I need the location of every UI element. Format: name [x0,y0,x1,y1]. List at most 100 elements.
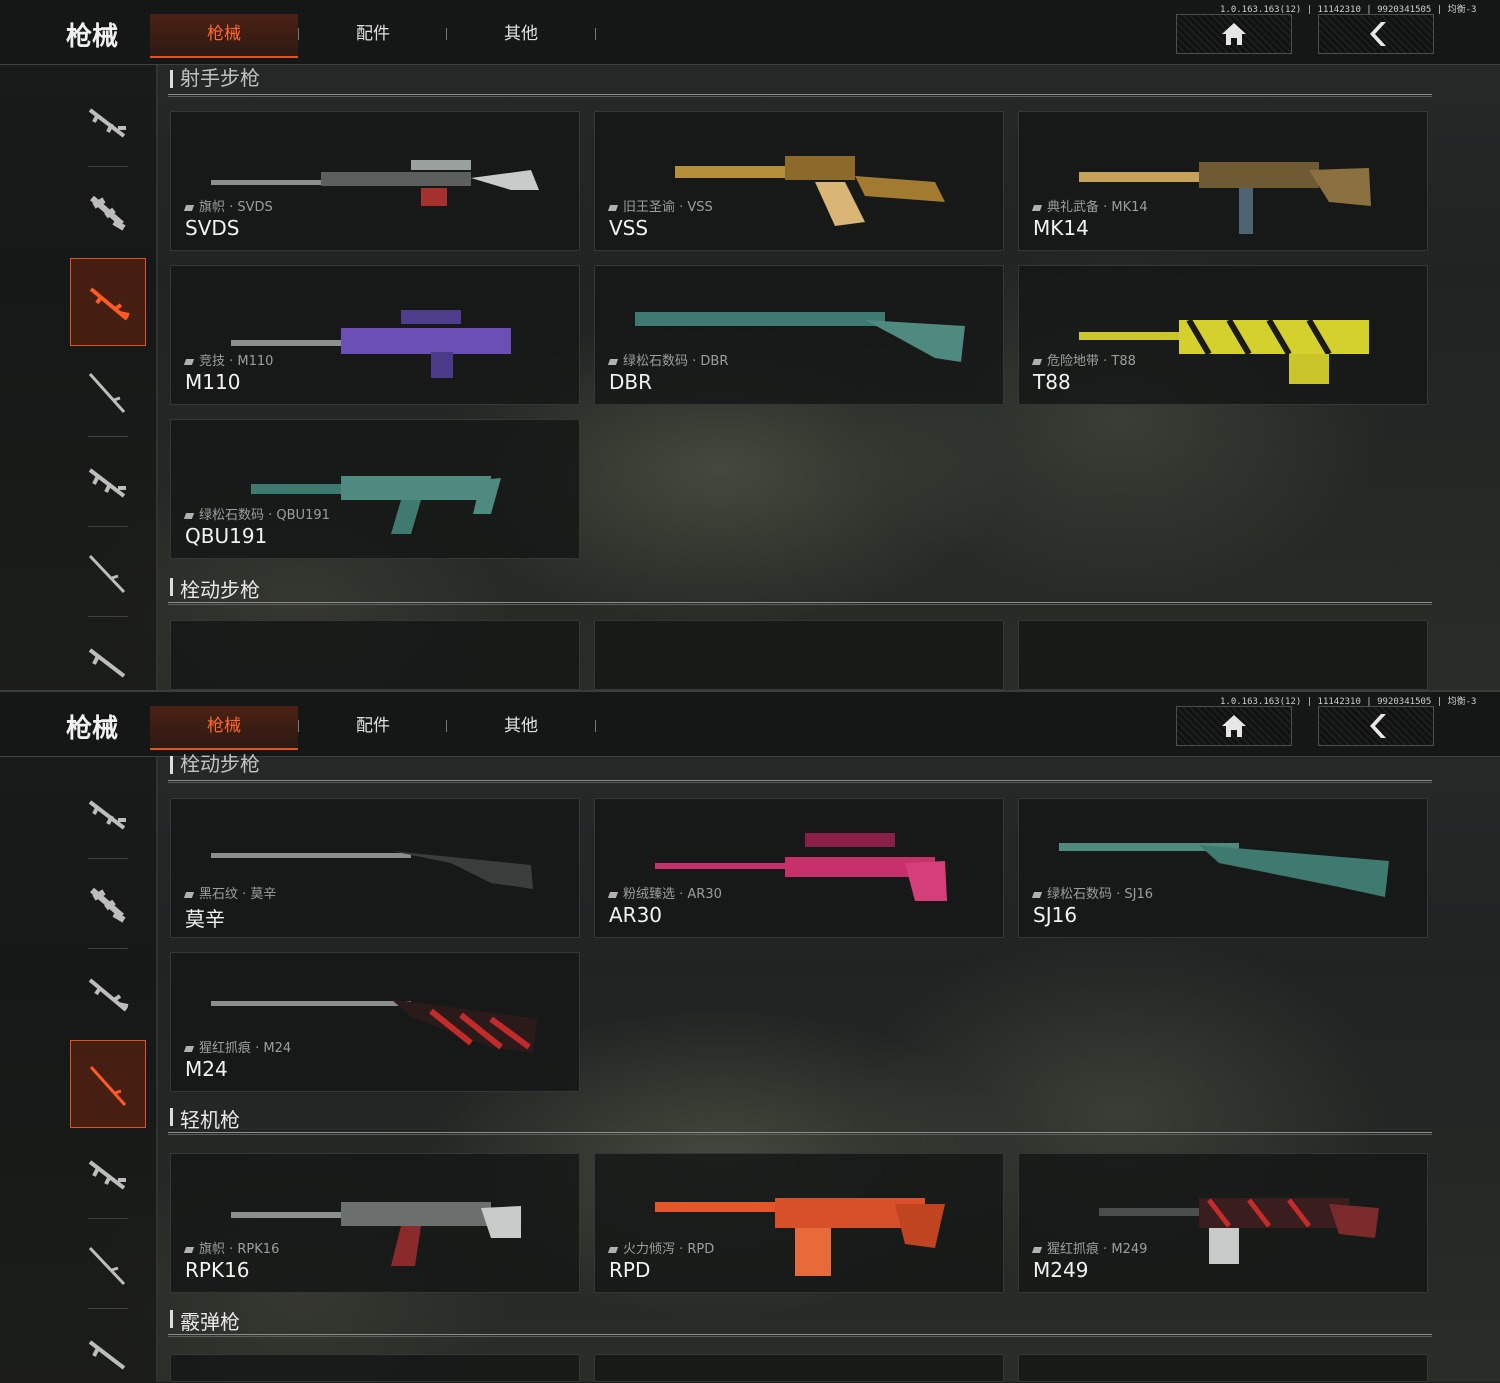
bullet-icon [1031,204,1043,211]
tab-other[interactable]: 其他 [448,14,594,56]
sniper-rifle-icon [88,372,126,414]
weapon-name: RPK16 [185,1258,250,1282]
category-marksman-rifle[interactable] [70,258,146,346]
weapon-card-m249[interactable]: 猩红抓痕 · M249 M249 [1018,1153,1428,1293]
home-icon [1222,715,1246,737]
category-more[interactable] [70,618,146,690]
category-lmg[interactable] [70,1130,146,1218]
lmg-icon [88,1160,126,1190]
weapon-name: SVDS [185,216,240,240]
weapon-card-t88[interactable]: 危险地带 · T88 T88 [1018,265,1428,405]
sidebar-edge [156,757,158,1382]
category-sniper-rifle[interactable] [70,1040,146,1128]
tab-guns[interactable]: 枪械 [150,14,298,58]
home-button[interactable] [1176,14,1292,54]
section-header: 栓动步枪 [168,568,1432,606]
skin-label: 旗帜 · SVDS [199,200,273,215]
section-title: 霰弹枪 [180,1310,240,1334]
weapon-name: MK14 [1033,216,1089,240]
section-header: 霰弹枪 [168,1300,1432,1338]
weapon-card-mosin[interactable]: 黑石纹 · 莫辛 莫辛 [170,798,580,938]
tab-attachments[interactable]: 配件 [300,14,446,56]
tab-divider [595,28,596,40]
weapon-card-partial[interactable] [1018,1354,1428,1382]
skin-label: 旧王圣谕 · VSS [623,200,713,215]
weapon-card-partial[interactable] [1018,620,1428,690]
bullet-icon [607,891,619,898]
sidebar-divider [88,948,128,949]
weapon-card-mk14[interactable]: 典礼武备 · MK14 MK14 [1018,111,1428,251]
category-smg[interactable] [70,168,146,256]
tab-divider [298,720,299,732]
weapon-card-partial[interactable] [594,620,1004,690]
weapon-card-dbr[interactable]: 绿松石数码 · DBR DBR [594,265,1004,405]
bullet-icon [1031,891,1043,898]
category-smg[interactable] [70,860,146,948]
skin-label: 绿松石数码 · DBR [623,354,729,369]
back-button[interactable] [1318,14,1434,54]
weapon-image [211,160,539,206]
back-arrow-icon [1370,714,1386,738]
weapon-card-m110[interactable]: 竞技 · M110 M110 [170,265,580,405]
category-assault-rifle[interactable] [70,770,146,858]
smg-icon [90,195,126,231]
section-header: 轻机枪 [168,1098,1432,1136]
tab-divider [298,28,299,40]
sidebar-divider [88,858,128,859]
category-shotgun[interactable] [70,528,146,616]
back-button[interactable] [1318,706,1434,746]
home-button[interactable] [1176,706,1292,746]
weapon-card-sj16[interactable]: 绿松石数码 · SJ16 SJ16 [1018,798,1428,938]
category-assault-rifle[interactable] [70,78,146,166]
skin-label: 黑石纹 · 莫辛 [199,887,277,902]
weapon-card-m24[interactable]: 猩红抓痕 · M24 M24 [170,952,580,1092]
weapon-card-rpd[interactable]: 火力倾泻 · RPD RPD [594,1153,1004,1293]
assault-rifle-icon [88,108,126,138]
weapon-image [211,851,533,889]
category-shotgun[interactable] [70,1220,146,1308]
weapon-name: SJ16 [1033,903,1078,927]
weapon-card-vss[interactable]: 旧王圣谕 · VSS VSS [594,111,1004,251]
category-more[interactable] [70,1310,146,1382]
section-title: 栓动步枪 [180,752,260,776]
weapon-card-svds[interactable]: 旗帜 · SVDS SVDS [170,111,580,251]
skin-label: 危险地带 · T88 [1047,354,1136,369]
category-sniper-rifle[interactable] [70,348,146,436]
bullet-icon [607,358,619,365]
category-marksman-rifle[interactable] [70,950,146,1038]
weapon-name: M24 [185,1057,228,1081]
sidebar-divider [88,436,128,437]
weapon-name: M249 [1033,1258,1089,1282]
weapon-image [1079,318,1369,384]
tab-divider [446,720,447,732]
tab-other[interactable]: 其他 [448,706,594,748]
weapon-card-partial[interactable] [170,620,580,690]
weapon-card-partial[interactable] [170,1354,580,1382]
sidebar-divider [88,526,128,527]
bullet-icon [607,204,619,211]
bullet-icon [183,204,195,211]
skin-label: 绿松石数码 · SJ16 [1047,887,1154,902]
weapon-card-qbu191[interactable]: 绿松石数码 · QBU191 QBU191 [170,419,580,559]
skin-label: 典礼武备 · MK14 [1047,200,1148,215]
weapon-name: QBU191 [185,524,268,548]
tab-guns[interactable]: 枪械 [150,706,298,750]
skin-label: 火力倾泻 · RPD [623,1242,715,1257]
weapon-card-rpk16[interactable]: 旗帜 · RPK16 RPK16 [170,1153,580,1293]
weapon-image [655,1198,945,1276]
page-title: 枪械 [66,714,119,744]
shotgun-icon [88,1246,126,1286]
weapon-card-partial[interactable] [594,1354,1004,1382]
tab-attachments[interactable]: 配件 [300,706,446,748]
sniper-rifle-icon [89,1065,127,1107]
weapon-card-ar30[interactable]: 粉绒臻选 · AR30 AR30 [594,798,1004,938]
category-lmg[interactable] [70,438,146,526]
screen-bottom: 枪械 枪械 配件 其他 1.0.163.163(12) | 11142310 |… [0,692,1500,1382]
bullet-icon [183,358,195,365]
weapon-name: T88 [1033,370,1071,394]
rifle-icon [88,1340,126,1370]
back-arrow-icon [1370,22,1386,46]
skin-label: 猩红抓痕 · M24 [199,1041,292,1056]
weapon-image [1099,1198,1379,1264]
tab-divider [595,720,596,732]
